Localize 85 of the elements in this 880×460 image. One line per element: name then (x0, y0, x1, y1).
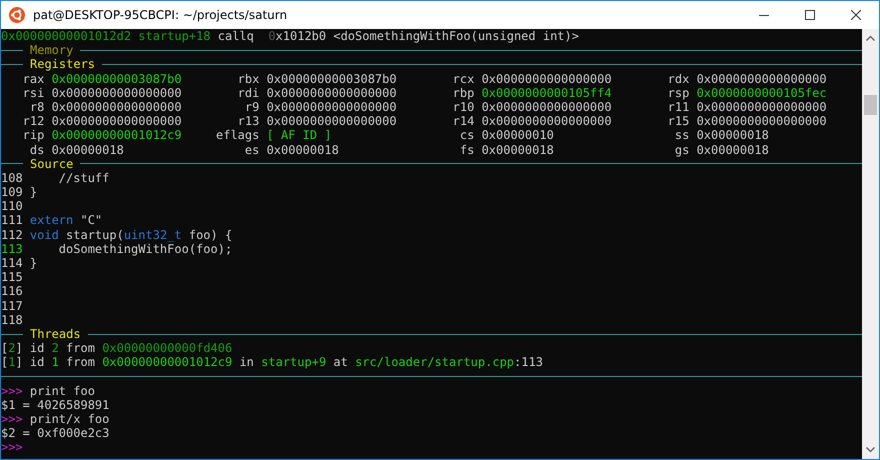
register-name: cs (458, 128, 474, 142)
register-value: 0x0000000000000000 (696, 72, 827, 86)
register-name: r11 (666, 100, 690, 114)
register-name: fs (458, 142, 474, 157)
app-icon (9, 7, 25, 23)
register-value: 0x00000018 (266, 142, 339, 157)
section-title: Source (29, 156, 74, 171)
register-name: r8 (28, 100, 44, 114)
thread-line: [2] id 2 from 0x00000000000fd406 (1, 341, 232, 356)
scrollbar[interactable] (862, 29, 879, 459)
register-name: r13 (236, 114, 260, 128)
code-line: //stuff (58, 170, 110, 186)
register-name: ss (674, 128, 690, 142)
register-name: gs (674, 142, 690, 157)
maximize-icon (805, 10, 815, 20)
scroll-up-icon[interactable] (866, 35, 875, 41)
disassembly-line: 0x00000000001012d2 startup+18 callq 0x1012b0 <doSomethingWithFoo(unsigned int)> (1, 29, 580, 44)
register-name: rdi (236, 86, 260, 100)
register-name: rcx (452, 72, 474, 86)
console-line: >>> (1, 440, 23, 455)
register-value: 0x0000000000105ff4 (482, 86, 612, 100)
register-value: 0x00000000003087b0 (52, 72, 182, 86)
register-name: rbp (452, 86, 474, 100)
section-title: Memory (29, 43, 74, 58)
scroll-down-icon[interactable] (866, 447, 875, 453)
register-value: 0x0000000000000000 (266, 100, 397, 114)
register-name: rdx (666, 72, 690, 86)
register-value: 0x0000000000000000 (52, 114, 182, 128)
line-number: 108 (1, 170, 23, 186)
line-number: 113 (1, 242, 23, 256)
line-number: 112 (1, 228, 23, 242)
register-name: r15 (666, 114, 690, 128)
register-value: 0x00000018 (696, 142, 769, 157)
code-line: void startup(uint32_t foo) { (30, 228, 232, 242)
register-name: rsi (22, 86, 44, 100)
register-value: 0x0000000000000000 (266, 86, 397, 100)
register-name: ds (28, 142, 44, 157)
console-line: >>> print/x foo (1, 412, 110, 426)
console-line: >>> print foo (1, 384, 95, 398)
line-number: 118 (1, 312, 23, 327)
register-value: 0x0000000000000000 (52, 86, 182, 100)
section-title: Registers (29, 57, 96, 72)
register-name: r12 (22, 114, 44, 128)
register-name: eflags (216, 128, 260, 142)
console-line: $1 = 4026589891 (1, 398, 110, 412)
register-value: 0x0000000000000000 (52, 100, 182, 114)
register-value: 0x0000000000000000 (482, 114, 612, 128)
register-value: 0x0000000000000000 (482, 100, 612, 114)
register-value: 0x0000000000000000 (696, 114, 827, 128)
register-name: r9 (244, 100, 260, 114)
register-value: 0x0000000000000000 (266, 114, 397, 128)
register-value: 0x0000000000000000 (696, 100, 827, 114)
register-value: 0x00000018 (482, 142, 554, 157)
line-number: 116 (1, 284, 23, 299)
register-value: 0x00000018 (52, 142, 124, 157)
register-name: rbx (236, 72, 260, 86)
thread-line: [1] id 1 from 0x00000000001012c9 in startup+9 at src/loader/startup.cpp:113 (1, 355, 543, 370)
line-number: 110 (1, 199, 23, 214)
line-number: 114 (1, 256, 23, 270)
register-value: 0x00000018 (696, 128, 769, 142)
code-line: extern "C" (30, 213, 102, 228)
code-line: doSomethingWithFoo(foo); (58, 242, 232, 256)
register-value: 0x00000000003087b0 (266, 72, 397, 86)
register-value: 0x0000000000105fec (696, 86, 827, 100)
code-line: } (30, 256, 38, 270)
close-icon (851, 10, 861, 20)
line-number: 109 (1, 185, 23, 200)
line-number: 111 (1, 213, 23, 228)
scroll-thumb[interactable] (864, 95, 877, 115)
register-value: 0x0000000000000000 (482, 72, 612, 86)
register-name: rsp (666, 86, 690, 100)
code-line: } (30, 185, 38, 200)
register-value: 0x00000000001012c9 (52, 128, 182, 142)
console-line: $2 = 0xf000e2c3 (1, 426, 110, 440)
register-name: rax (22, 72, 44, 86)
register-name: rip (22, 128, 44, 142)
register-name: es (244, 142, 260, 157)
line-number: 115 (1, 270, 23, 284)
register-name: r14 (452, 114, 474, 128)
section-title: Threads (29, 326, 82, 342)
register-name: r10 (452, 100, 474, 114)
register-value: [ AF ID ] (266, 128, 332, 142)
line-number: 117 (1, 298, 23, 313)
window-title: pat@DESKTOP-95CBCPI: ~/projects/saturn (33, 8, 288, 22)
register-value: 0x00000010 (482, 128, 554, 142)
